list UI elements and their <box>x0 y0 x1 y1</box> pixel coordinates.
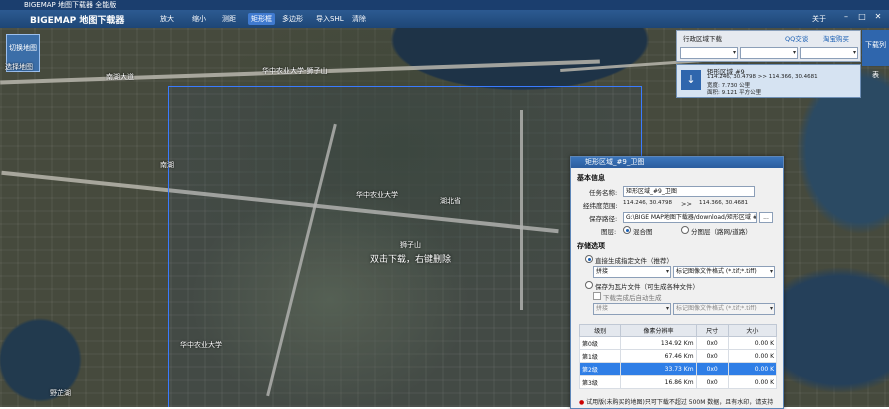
save-path-label: 保存路径: <box>589 215 618 223</box>
direct-output-label: 直接生成指定文件（推荐） <box>595 257 673 265</box>
cell-size: 0x0 <box>695 336 729 350</box>
map-type-sub-label[interactable]: 选择地图 <box>5 62 33 72</box>
download-icon: ↓ <box>681 70 701 90</box>
map-label: 狮子山 <box>400 241 421 249</box>
app-logo: BIGEMAP 地图下载器 <box>30 16 125 26</box>
map-label: 华中农业大学-狮子山 <box>262 67 328 75</box>
cell-filesize: 0.00 K <box>727 336 778 350</box>
tiles-output-label: 保存为瓦片文件（可生成各种文件） <box>595 283 699 291</box>
zoom-out-button[interactable]: 缩小 <box>192 13 206 25</box>
dialog-title-text: 矩形区域_#9_卫图 <box>585 158 645 166</box>
task-name-input[interactable]: 矩形区域_#9_卫图 <box>623 186 755 197</box>
table-row[interactable]: 第3级 16.86 Km 0x0 0.00 K <box>578 375 778 389</box>
toolbar: BIGEMAP 地图下载器 放大 缩小 测距 矩形框 多边形 导入SHL 清除 … <box>0 10 889 28</box>
cell-resolution: 33.73 Km <box>620 362 697 376</box>
tiles-format-select[interactable]: 标记图像文件格式 (*.tif;*.tiff) <box>673 303 775 315</box>
task-name-label: 任务名称: <box>589 189 618 197</box>
region-download-title: 行政区域下载 <box>683 35 722 43</box>
save-path-input[interactable]: G:\BIGE MAP地图下载器/download/矩形区域 #9 <box>623 212 757 223</box>
table-row-selected[interactable]: 第2级 33.73 Km 0x0 0.00 K <box>578 362 778 376</box>
map-label: 华中农业大学 <box>356 191 398 199</box>
district-select[interactable] <box>800 47 858 59</box>
minimize-icon[interactable]: – <box>840 12 852 22</box>
range-from: 114.246, 30.4798 <box>623 200 672 206</box>
auto-generate-label: 下载完成后自动生成 <box>603 294 662 302</box>
tiles-mode-select[interactable]: 拼接 <box>593 303 671 315</box>
cell-resolution: 67.46 Km <box>620 349 697 363</box>
auto-generate-checkbox[interactable] <box>593 292 601 300</box>
cell-size: 0x0 <box>695 362 729 376</box>
warning-icon: ● <box>579 399 585 406</box>
map-label: 南湖 <box>160 161 174 169</box>
qq-chat-link[interactable]: QQ交谈 <box>785 33 808 43</box>
map-type-label: 切换地图 <box>9 44 37 52</box>
map-label: 华中农业大学 <box>180 341 222 349</box>
column-header-resolution[interactable]: 像素分辨率 <box>620 324 697 337</box>
trial-footnote: ● 试用版(未购买的地图)只可下载不超过 500M 数据，且有水印，请支持 <box>579 397 779 406</box>
trial-footnote-text: 试用版(未购买的地图)只可下载不超过 500M 数据，且有水印，请支持 <box>586 399 774 406</box>
layer-split-radio[interactable] <box>681 226 689 234</box>
layer-split-label: 分图层（路网/道路） <box>691 228 752 236</box>
layer-mixed-label: 混合图 <box>633 228 653 236</box>
layer-mixed-radio[interactable] <box>623 226 631 234</box>
range-label: 经纬度范围: <box>583 202 618 210</box>
download-dialog: 矩形区域_#9_卫图 基本信息 任务名称: 矩形区域_#9_卫图 经纬度范围: … <box>570 156 784 409</box>
zoom-in-button[interactable]: 放大 <box>160 13 174 25</box>
column-header-filesize[interactable]: 大小 <box>727 324 778 337</box>
cell-filesize: 0.00 K <box>727 375 778 389</box>
app-title: BIGEMAP 地图下载器 全能版 <box>24 1 117 9</box>
about-button[interactable]: 关于 <box>812 13 826 25</box>
browse-button[interactable]: ... <box>759 212 773 223</box>
table-row[interactable]: 第0级 134.92 Km 0x0 0.00 K <box>578 336 778 350</box>
tiles-output-radio[interactable] <box>585 281 593 289</box>
table-row[interactable]: 第1级 67.46 Km 0x0 0.00 K <box>578 349 778 363</box>
dialog-title: 矩形区域_#9_卫图 <box>571 157 783 168</box>
direct-output-radio[interactable] <box>585 255 593 263</box>
cell-level: 第2级 <box>578 362 622 376</box>
range-arrow: >> <box>681 200 692 208</box>
map-hint: 双击下载，右键删除 <box>370 255 452 265</box>
download-list-button[interactable]: 下载列表 <box>862 30 889 79</box>
cell-filesize: 0.00 K <box>727 349 778 363</box>
map-label: 湖北省 <box>440 197 461 205</box>
direct-mode-select[interactable]: 拼接 <box>593 266 671 278</box>
download-task-card[interactable]: ↓ 矩形区域 #9 114.246, 30.4798 >> 114.366, 3… <box>676 64 861 98</box>
map-label: 南湖大道 <box>106 73 134 81</box>
column-header-size[interactable]: 尺寸 <box>695 324 729 337</box>
cell-resolution: 134.92 Km <box>620 336 697 350</box>
cell-size: 0x0 <box>695 349 729 363</box>
maximize-icon[interactable]: □ <box>856 12 868 22</box>
cell-level: 第0级 <box>578 336 622 350</box>
basic-info-heading: 基本信息 <box>577 174 605 182</box>
zoom-level-table: 级别 像素分辨率 尺寸 大小 第0级 134.92 Km 0x0 0.00 K … <box>578 324 778 389</box>
buy-link[interactable]: 淘宝购买 <box>823 33 849 43</box>
layer-label: 图层: <box>601 228 617 236</box>
cell-level: 第1级 <box>578 349 622 363</box>
cell-filesize: 0.00 K <box>727 362 778 376</box>
column-header-level[interactable]: 级别 <box>578 324 622 337</box>
rectangle-tool-button[interactable]: 矩形框 <box>248 13 275 25</box>
measure-button[interactable]: 测距 <box>222 13 236 25</box>
cell-resolution: 16.86 Km <box>620 375 697 389</box>
region-search-panel: 行政区域下载 QQ交谈 淘宝购买 <box>676 30 861 62</box>
cell-level: 第3级 <box>578 375 622 389</box>
task-area: 面积: 9.121 平方公里 <box>707 90 762 96</box>
map-label: 野芷湖 <box>50 389 71 397</box>
cell-size: 0x0 <box>695 375 729 389</box>
title-bar: BIGEMAP 地图下载器 全能版 <box>0 0 889 10</box>
polygon-tool-button[interactable]: 多边形 <box>282 13 303 25</box>
import-shl-button[interactable]: 导入SHL <box>316 13 344 25</box>
city-select[interactable] <box>740 47 798 59</box>
close-icon[interactable]: ✕ <box>872 12 884 22</box>
task-range: 114.246, 30.4798 >> 114.366, 30.4681 <box>707 74 818 80</box>
direct-format-select[interactable]: 标记图像文件格式 (*.tif;*.tiff) <box>673 266 775 278</box>
province-select[interactable] <box>680 47 738 59</box>
storage-options-heading: 存储选项 <box>577 242 605 250</box>
range-to: 114.366, 30.4681 <box>699 200 748 206</box>
clear-button[interactable]: 清除 <box>352 13 366 25</box>
